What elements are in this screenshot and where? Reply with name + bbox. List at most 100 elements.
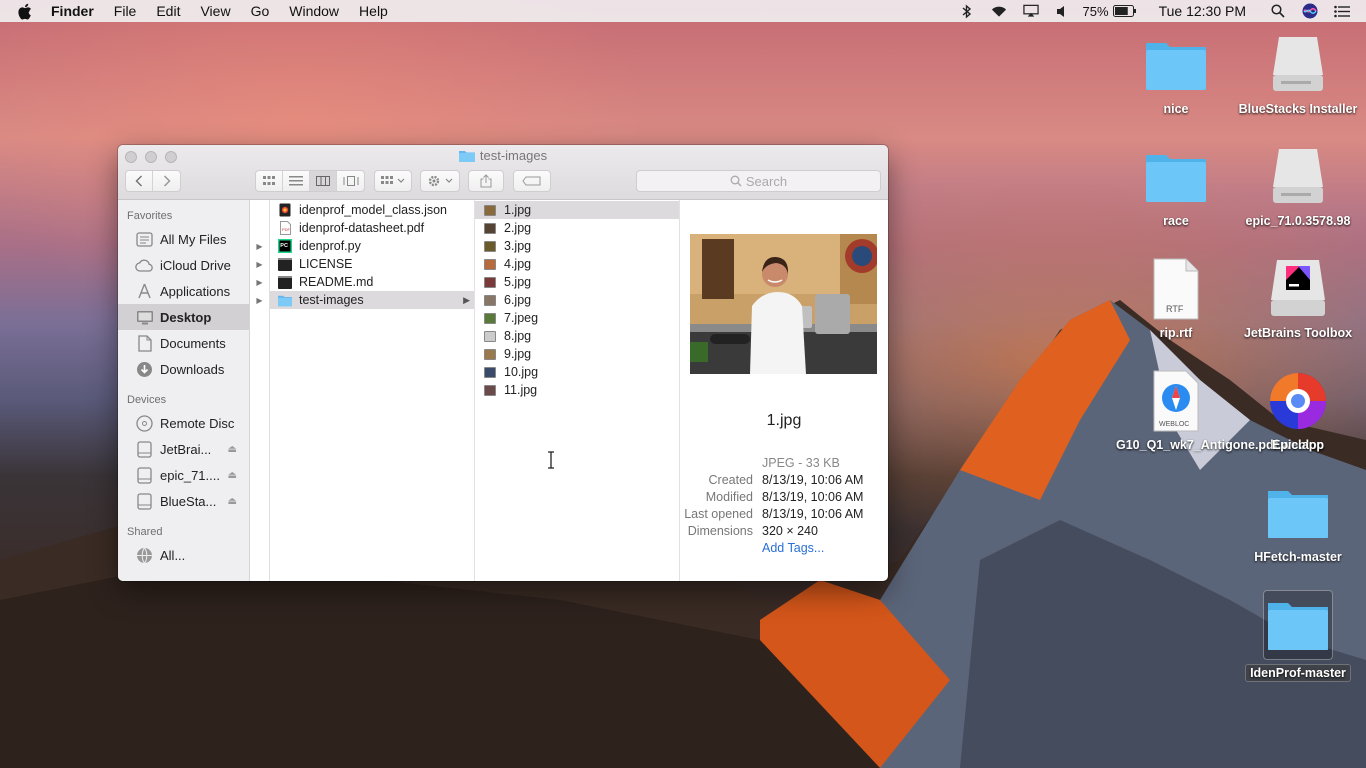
volume-icon[interactable] bbox=[1055, 3, 1071, 19]
apple-menu-icon[interactable] bbox=[17, 2, 35, 20]
file-name: test-images bbox=[299, 293, 364, 307]
desktop-icon-race[interactable]: race bbox=[1116, 145, 1236, 229]
back-button[interactable] bbox=[126, 171, 153, 191]
image-thumbnail-icon bbox=[483, 239, 497, 254]
arrange-button[interactable] bbox=[374, 170, 412, 192]
sidebar-item-downloads[interactable]: Downloads bbox=[118, 356, 249, 382]
desktop-icon-bluestacks-installer[interactable]: BlueStacks Installer bbox=[1238, 33, 1358, 117]
sidebar-item-all-my-files[interactable]: All My Files bbox=[118, 226, 249, 252]
menubar-clock[interactable]: Tue 12:30 PM bbox=[1159, 3, 1246, 19]
last-opened-value: 8/13/19, 10:06 AM bbox=[762, 506, 864, 521]
sidebar-heading-favorites: Favorites bbox=[127, 210, 173, 222]
modified-value: 8/13/19, 10:06 AM bbox=[762, 489, 864, 504]
list-item[interactable]: 7.jpeg bbox=[475, 309, 679, 327]
list-item-selected[interactable]: 1.jpg bbox=[475, 201, 679, 219]
desktop-icon-webloc[interactable]: WEBLOC G10_Q1_wk7_Antigone.pdf.webloc bbox=[1116, 369, 1324, 453]
eject-icon[interactable]: ⏏ bbox=[228, 496, 237, 507]
list-item[interactable]: LICENSE bbox=[270, 255, 474, 273]
icon-view-icon[interactable] bbox=[256, 171, 283, 191]
list-item[interactable]: 9.jpg bbox=[475, 345, 679, 363]
sidebar-item-remote-disc[interactable]: Remote Disc bbox=[118, 410, 249, 436]
image-thumbnail-icon bbox=[483, 221, 497, 236]
list-item[interactable]: 5.jpg bbox=[475, 273, 679, 291]
menu-window[interactable]: Window bbox=[279, 0, 349, 22]
list-item-selected[interactable]: test-images ▶ bbox=[270, 291, 474, 309]
image-thumbnail-icon bbox=[483, 257, 497, 272]
wifi-icon[interactable] bbox=[991, 3, 1007, 19]
drive-icon bbox=[135, 440, 154, 459]
sidebar-item-label: Desktop bbox=[160, 309, 212, 325]
desktop-icon-hfetch-master[interactable]: HFetch-master bbox=[1238, 481, 1358, 565]
notification-center-icon[interactable] bbox=[1334, 3, 1350, 19]
airplay-icon[interactable] bbox=[1022, 3, 1039, 19]
disclosure-triangle-icon[interactable]: ▶ bbox=[250, 255, 269, 273]
spotlight-search-icon[interactable] bbox=[1270, 3, 1286, 19]
sidebar-item-applications[interactable]: Applications bbox=[118, 278, 249, 304]
list-item[interactable]: 11.jpg bbox=[475, 381, 679, 399]
action-button[interactable] bbox=[420, 170, 460, 192]
menu-finder[interactable]: Finder bbox=[51, 0, 104, 22]
eject-icon[interactable]: ⏏ bbox=[228, 470, 237, 481]
image-thumbnail-icon bbox=[483, 203, 497, 218]
column-view-icon[interactable] bbox=[310, 171, 337, 191]
eject-icon[interactable]: ⏏ bbox=[228, 444, 237, 455]
list-item[interactable]: README.md bbox=[270, 273, 474, 291]
share-icon bbox=[480, 174, 492, 188]
file-name: 6.jpg bbox=[504, 293, 532, 307]
disclosure-triangle-icon[interactable]: ▶ bbox=[250, 237, 269, 255]
list-item[interactable]: PC idenprof.py bbox=[270, 237, 474, 255]
tag-icon bbox=[522, 176, 541, 186]
all-files-icon bbox=[135, 230, 154, 249]
downloads-icon bbox=[135, 360, 154, 379]
folder-icon bbox=[1144, 33, 1208, 97]
desktop-icon-epic-app[interactable]: Epic.app bbox=[1238, 369, 1358, 453]
column-desktop: idenprof_model_class.json PDF idenprof-d… bbox=[270, 200, 475, 581]
sidebar-item-desktop[interactable]: Desktop bbox=[118, 304, 249, 330]
tags-button[interactable] bbox=[513, 170, 551, 192]
menu-help[interactable]: Help bbox=[349, 0, 398, 22]
sidebar-item-shared-all[interactable]: All... bbox=[118, 542, 249, 568]
list-view-icon[interactable] bbox=[283, 171, 310, 191]
menu-go[interactable]: Go bbox=[241, 0, 280, 22]
sidebar-item-label: Documents bbox=[160, 335, 226, 351]
desktop-icon-idenprof-master[interactable]: IdenProf-master bbox=[1238, 590, 1358, 682]
list-item[interactable]: PDF idenprof-datasheet.pdf bbox=[270, 219, 474, 237]
cover-flow-view-icon[interactable] bbox=[337, 171, 364, 191]
disclosure-triangle-icon[interactable]: ▶ bbox=[250, 291, 269, 309]
search-field[interactable]: Search bbox=[636, 170, 881, 192]
list-item[interactable]: idenprof_model_class.json bbox=[270, 201, 474, 219]
desktop-icon-jetbrains-toolbox[interactable]: JetBrains Toolbox bbox=[1238, 257, 1358, 341]
sidebar-item-jetbrains-volume[interactable]: JetBrai... ⏏ bbox=[118, 436, 249, 462]
sidebar-item-label: epic_71.... bbox=[160, 467, 220, 483]
menu-file[interactable]: File bbox=[104, 0, 147, 22]
sidebar-item-epic-volume[interactable]: epic_71.... ⏏ bbox=[118, 462, 249, 488]
menu-view[interactable]: View bbox=[190, 0, 240, 22]
sidebar-item-label: Remote Disc bbox=[160, 415, 235, 431]
list-item[interactable]: 4.jpg bbox=[475, 255, 679, 273]
disclosure-triangle-icon[interactable]: ▶ bbox=[250, 273, 269, 291]
battery-icon[interactable] bbox=[1112, 3, 1137, 19]
list-item[interactable]: 8.jpg bbox=[475, 327, 679, 345]
add-tags-link[interactable]: Add Tags... bbox=[762, 541, 824, 555]
svg-text:RTF: RTF bbox=[1166, 304, 1184, 314]
share-button[interactable] bbox=[468, 170, 504, 192]
menu-edit[interactable]: Edit bbox=[146, 0, 190, 22]
jetbrains-toolbox-disk-icon bbox=[1266, 257, 1330, 321]
forward-button[interactable] bbox=[153, 171, 180, 191]
desktop-icon-rip-rtf[interactable]: RTF rip.rtf bbox=[1116, 257, 1236, 341]
list-item[interactable]: 3.jpg bbox=[475, 237, 679, 255]
desktop-icon-epic-disk-image[interactable]: epic_71.0.3578.98 bbox=[1238, 145, 1358, 229]
sidebar-item-documents[interactable]: Documents bbox=[118, 330, 249, 356]
siri-icon[interactable] bbox=[1302, 3, 1318, 19]
window-titlebar[interactable]: test-images Search bbox=[118, 145, 888, 200]
list-item[interactable]: 10.jpg bbox=[475, 363, 679, 381]
file-name: README.md bbox=[299, 275, 374, 289]
drive-icon bbox=[135, 466, 154, 485]
list-item[interactable]: 2.jpg bbox=[475, 219, 679, 237]
folder-icon bbox=[458, 151, 475, 162]
list-item[interactable]: 6.jpg bbox=[475, 291, 679, 309]
sidebar-item-icloud-drive[interactable]: iCloud Drive bbox=[118, 252, 249, 278]
bluetooth-icon[interactable] bbox=[959, 3, 975, 19]
desktop-icon-nice[interactable]: nice bbox=[1116, 33, 1236, 117]
sidebar-item-bluestacks-volume[interactable]: BlueSta... ⏏ bbox=[118, 488, 249, 514]
